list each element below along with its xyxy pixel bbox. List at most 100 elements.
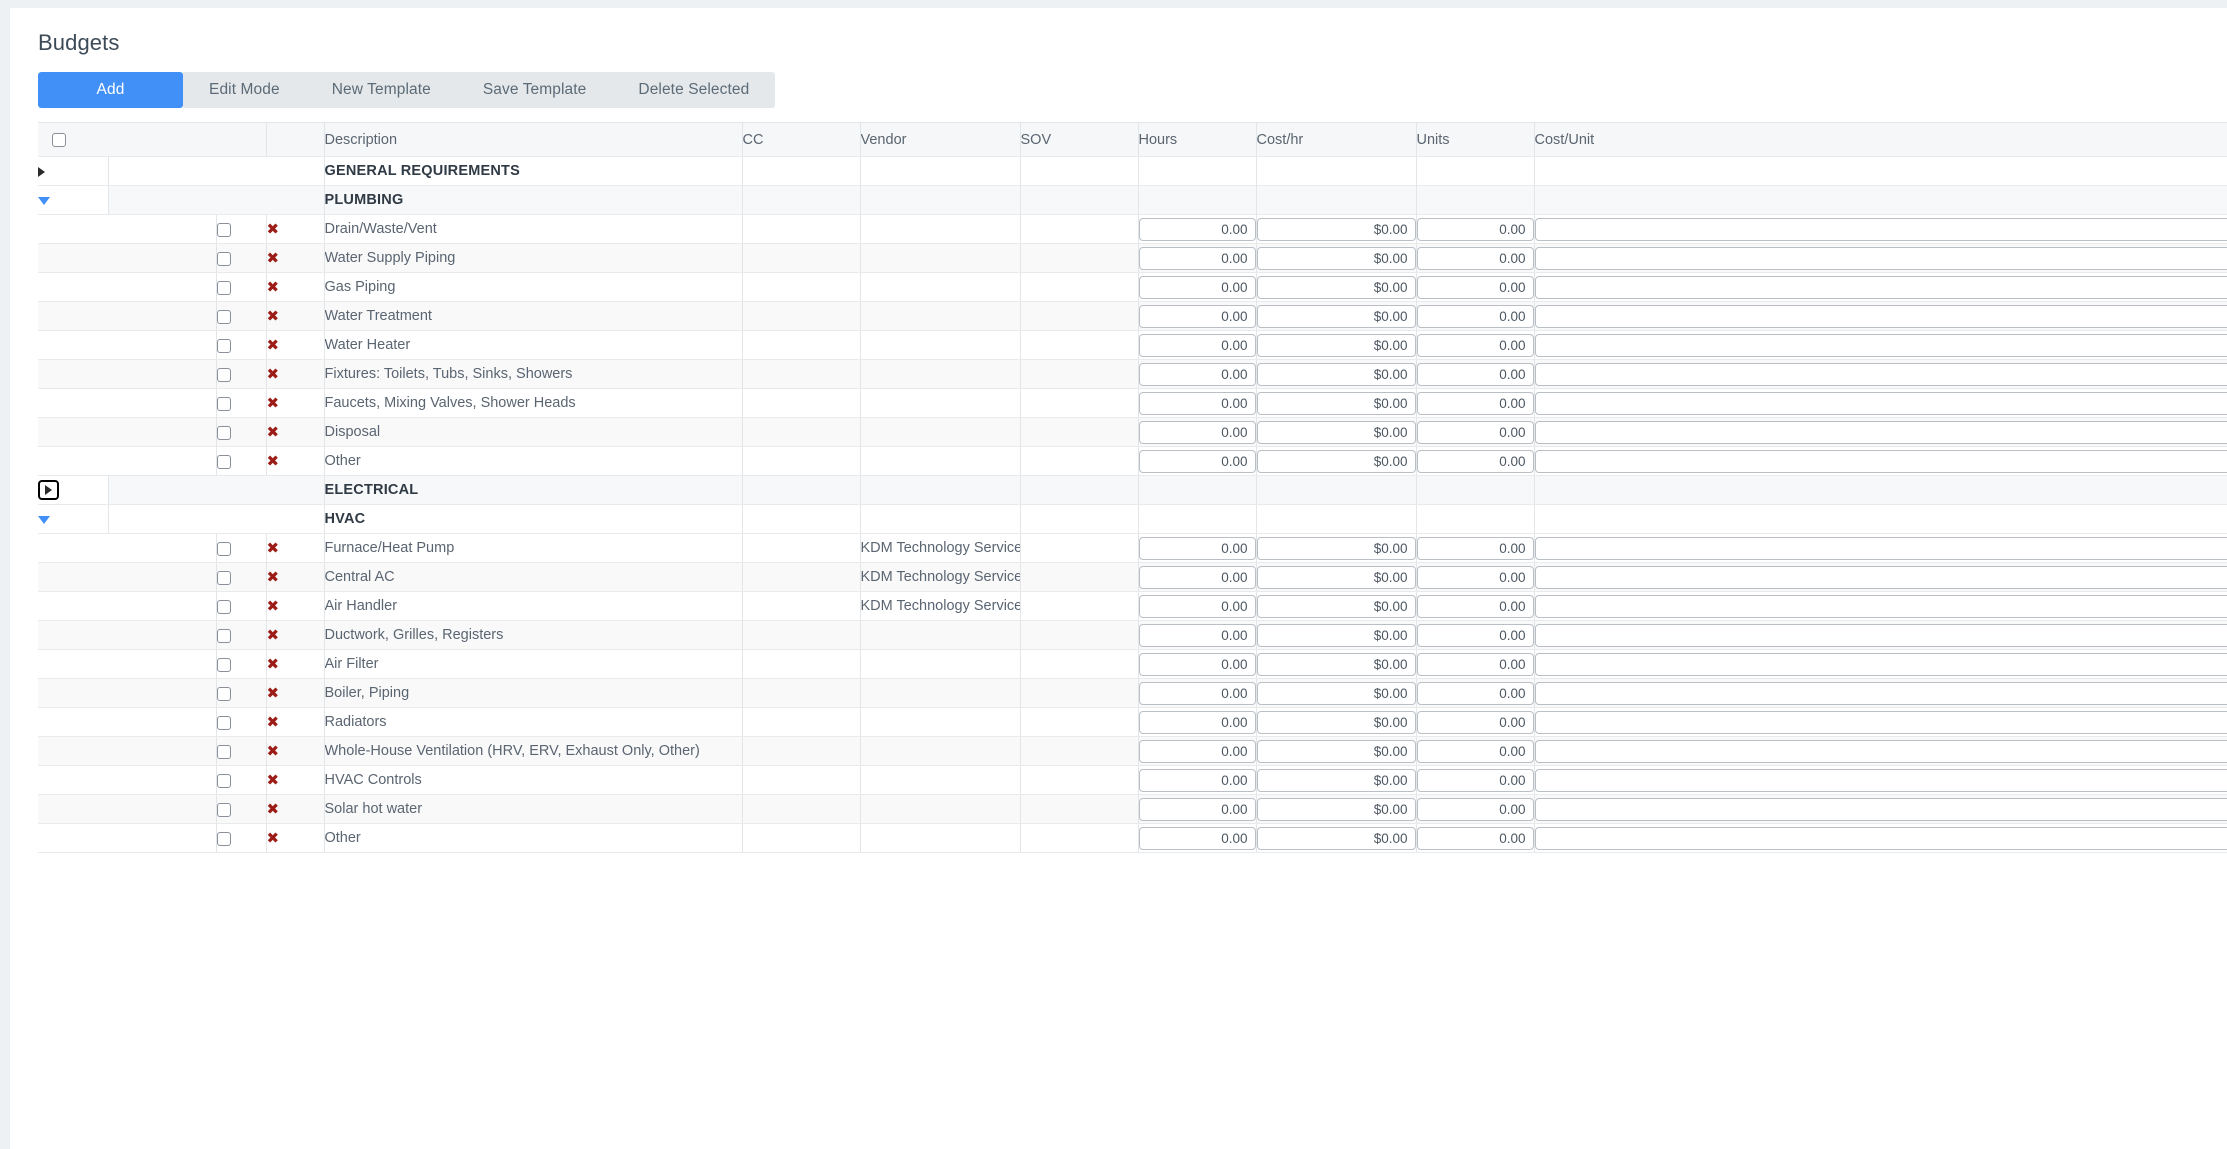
table-row[interactable]: ✖ HVAC Controls [38,765,2227,795]
row-cc[interactable] [742,678,861,708]
row-sov[interactable] [1020,794,1139,824]
row-vendor[interactable] [860,214,1021,244]
row-delete-cell[interactable]: ✖ [266,591,325,621]
row-cost-hr-input[interactable] [1256,449,1415,473]
row-vendor[interactable] [860,707,1021,737]
row-delete-cell[interactable]: ✖ [266,301,325,331]
row-delete-cell[interactable]: ✖ [266,620,325,650]
row-hours-input[interactable] [1138,623,1255,647]
row-units-input[interactable] [1416,391,1533,415]
triangle-right-icon[interactable] [45,485,52,495]
row-checkbox[interactable] [216,541,231,556]
table-row[interactable]: ✖ Radiators [38,707,2227,737]
row-sov[interactable] [1020,765,1139,795]
row-description[interactable]: Disposal [324,417,743,447]
row-checkbox[interactable] [216,570,231,585]
table-row[interactable]: ✖ Furnace/Heat Pump KDM Technology Service… [38,533,2227,563]
row-units-input[interactable] [1416,217,1533,241]
row-hours-input[interactable] [1138,217,1255,241]
section-expander-cell[interactable] [38,156,109,186]
row-description[interactable]: Water Treatment [324,301,743,331]
row-description[interactable]: HVAC Controls [324,765,743,795]
delete-x-icon[interactable]: ✖ [267,394,280,412]
row-hours-input[interactable] [1138,797,1255,821]
row-cc[interactable] [742,214,861,244]
row-description[interactable]: Boiler, Piping [324,678,743,708]
row-cc[interactable] [742,272,861,302]
row-hours-input[interactable] [1138,652,1255,676]
row-cc[interactable] [742,707,861,737]
row-description[interactable]: Radiators [324,707,743,737]
row-cc[interactable] [742,591,861,621]
section-row[interactable]: HVAC [38,504,2227,534]
table-row[interactable]: ✖ Air Handler KDM Technology Services [38,591,2227,621]
table-row[interactable]: ✖ Whole-House Ventilation (HRV, ERV, Exha… [38,736,2227,766]
row-vendor[interactable]: KDM Technology Services [860,591,1021,621]
row-checkbox[interactable] [216,222,231,237]
header-cc[interactable]: CC [742,122,861,157]
row-description[interactable]: Other [324,823,743,853]
table-row[interactable]: ✖ Disposal [38,417,2227,447]
row-delete-cell[interactable]: ✖ [266,417,325,447]
delete-x-icon[interactable]: ✖ [267,423,280,441]
row-description[interactable]: Solar hot water [324,794,743,824]
delete-x-icon[interactable]: ✖ [267,684,280,702]
table-row[interactable]: ✖ Drain/Waste/Vent [38,214,2227,244]
row-description[interactable]: Water Heater [324,330,743,360]
row-cost-hr-input[interactable] [1256,739,1415,763]
row-delete-cell[interactable]: ✖ [266,765,325,795]
row-description[interactable]: Drain/Waste/Vent [324,214,743,244]
row-delete-cell[interactable]: ✖ [266,533,325,563]
row-cc[interactable] [742,562,861,592]
row-hours-input[interactable] [1138,768,1255,792]
row-vendor[interactable] [860,446,1021,476]
row-hours-input[interactable] [1138,565,1255,589]
row-cc[interactable] [742,533,861,563]
row-cc[interactable] [742,243,861,273]
row-checkbox[interactable] [216,744,231,759]
row-units-input[interactable] [1416,594,1533,618]
row-cost-hr-input[interactable] [1256,304,1415,328]
row-hours-input[interactable] [1138,333,1255,357]
row-cost-hr-input[interactable] [1256,652,1415,676]
row-vendor[interactable] [860,678,1021,708]
row-cc[interactable] [742,446,861,476]
row-checkbox[interactable] [216,599,231,614]
select-all-checkbox[interactable] [52,132,66,147]
table-row[interactable]: ✖ Other [38,446,2227,476]
row-sov[interactable] [1020,736,1139,766]
row-checkbox[interactable] [216,831,231,846]
row-hours-input[interactable] [1138,420,1255,444]
row-cc[interactable] [742,736,861,766]
header-cost-hr[interactable]: Cost/hr [1256,122,1417,157]
table-row[interactable]: ✖ Gas Piping [38,272,2227,302]
row-cost-hr-input[interactable] [1256,333,1415,357]
delete-x-icon[interactable]: ✖ [267,365,280,383]
delete-x-icon[interactable]: ✖ [267,626,280,644]
delete-x-icon[interactable]: ✖ [267,452,280,470]
row-sov[interactable] [1020,591,1139,621]
row-cost-hr-input[interactable] [1256,826,1415,850]
row-cc[interactable] [742,359,861,389]
row-hours-input[interactable] [1138,594,1255,618]
row-cost-unit-input[interactable] [1534,304,2227,328]
row-cost-unit-input[interactable] [1534,536,2227,560]
delete-x-icon[interactable]: ✖ [267,336,280,354]
row-description[interactable]: Other [324,446,743,476]
toolbar-button-save-template[interactable]: Save Template [456,72,613,108]
row-description[interactable]: Furnace/Heat Pump [324,533,743,563]
row-checkbox[interactable] [216,628,231,643]
row-sov[interactable] [1020,649,1139,679]
row-cost-unit-input[interactable] [1534,797,2227,821]
row-sov[interactable] [1020,272,1139,302]
row-cost-hr-input[interactable] [1256,362,1415,386]
table-row[interactable]: ✖ Water Treatment [38,301,2227,331]
row-sov[interactable] [1020,678,1139,708]
row-cost-unit-input[interactable] [1534,420,2227,444]
row-sov[interactable] [1020,562,1139,592]
triangle-down-icon[interactable] [38,515,50,524]
row-hours-input[interactable] [1138,362,1255,386]
row-hours-input[interactable] [1138,536,1255,560]
row-hours-input[interactable] [1138,449,1255,473]
row-cost-hr-input[interactable] [1256,275,1415,299]
